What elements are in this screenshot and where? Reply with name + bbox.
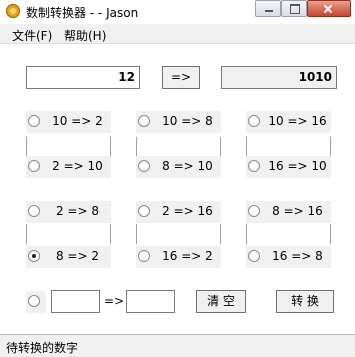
option-label: 2 => 16 [162,204,213,218]
option-radio[interactable] [138,160,150,172]
custom-option[interactable] [26,291,46,313]
menu-help[interactable]: 帮助(H) [64,27,106,44]
option-label: 2 => 8 [55,204,99,218]
status-text: 待转换的数字 [6,341,79,355]
conversion-option[interactable]: 2 => 10 [26,156,111,178]
status-bar: 待转换的数字 [0,334,355,357]
custom-arrow: => [104,294,125,308]
option-radio[interactable] [138,250,150,262]
title-bar: 数制转换器 - - Jason [0,0,355,24]
option-label: 10 => 8 [162,114,213,128]
conversion-option[interactable]: 2 => 8 [26,201,111,223]
group-bracket [136,224,221,244]
conversion-option[interactable]: 10 => 2 [26,111,111,133]
option-radio[interactable] [248,250,260,262]
minimize-button[interactable] [255,0,281,17]
option-radio[interactable] [28,115,40,127]
clear-button[interactable]: 清 空 [196,290,246,313]
option-radio[interactable] [28,250,40,262]
option-label: 10 => 2 [52,114,103,128]
group-bracket [26,137,111,157]
arrow-convert-button[interactable]: => [162,66,200,89]
group-bracket [246,224,331,244]
conversion-option[interactable]: 16 => 8 [246,246,331,268]
app-icon [6,4,20,18]
conversion-option[interactable]: 8 => 10 [136,156,221,178]
conversion-option[interactable]: 10 => 8 [136,111,221,133]
convert-button[interactable]: 转 换 [276,290,334,313]
conversion-option[interactable]: 16 => 2 [136,246,221,268]
option-label: 2 => 10 [52,159,103,173]
group-bracket [136,137,221,157]
conversion-option[interactable]: 2 => 16 [136,201,221,223]
group-bracket [26,224,111,244]
main-panel: 12 => 1010 10 => 2 10 => 8 10 => 16 2 => 10… [0,44,355,334]
option-radio[interactable] [248,160,260,172]
group-bracket [246,137,331,157]
option-radio[interactable] [248,115,260,127]
option-radio[interactable] [28,160,40,172]
to-base-input[interactable] [126,290,175,313]
conversion-option[interactable]: 16 => 10 [246,156,331,178]
from-base-input[interactable] [51,290,100,313]
menu-file[interactable]: 文件(F) [12,27,52,44]
result-output: 1010 [221,66,337,89]
option-radio[interactable] [248,205,260,217]
window-title: 数制转换器 - - Jason [26,6,139,20]
option-radio[interactable] [138,115,150,127]
menu-bar: 文件(F) 帮助(H) [0,24,355,44]
option-label: 8 => 10 [162,159,213,173]
maximize-button[interactable] [281,0,307,17]
close-button[interactable] [307,0,351,17]
conversion-option[interactable]: 8 => 2 [26,246,111,268]
option-radio[interactable] [28,205,40,217]
option-label: 8 => 16 [272,204,323,218]
conversion-option[interactable]: 8 => 16 [246,201,331,223]
number-input[interactable]: 12 [26,66,140,89]
option-label: 16 => 10 [268,159,327,173]
custom-radio[interactable] [28,295,40,307]
option-label: 16 => 2 [162,249,213,263]
option-radio[interactable] [138,205,150,217]
option-label: 10 => 16 [268,114,327,128]
option-label: 16 => 8 [272,249,323,263]
conversion-option[interactable]: 10 => 16 [246,111,331,133]
option-label: 8 => 2 [55,249,99,263]
